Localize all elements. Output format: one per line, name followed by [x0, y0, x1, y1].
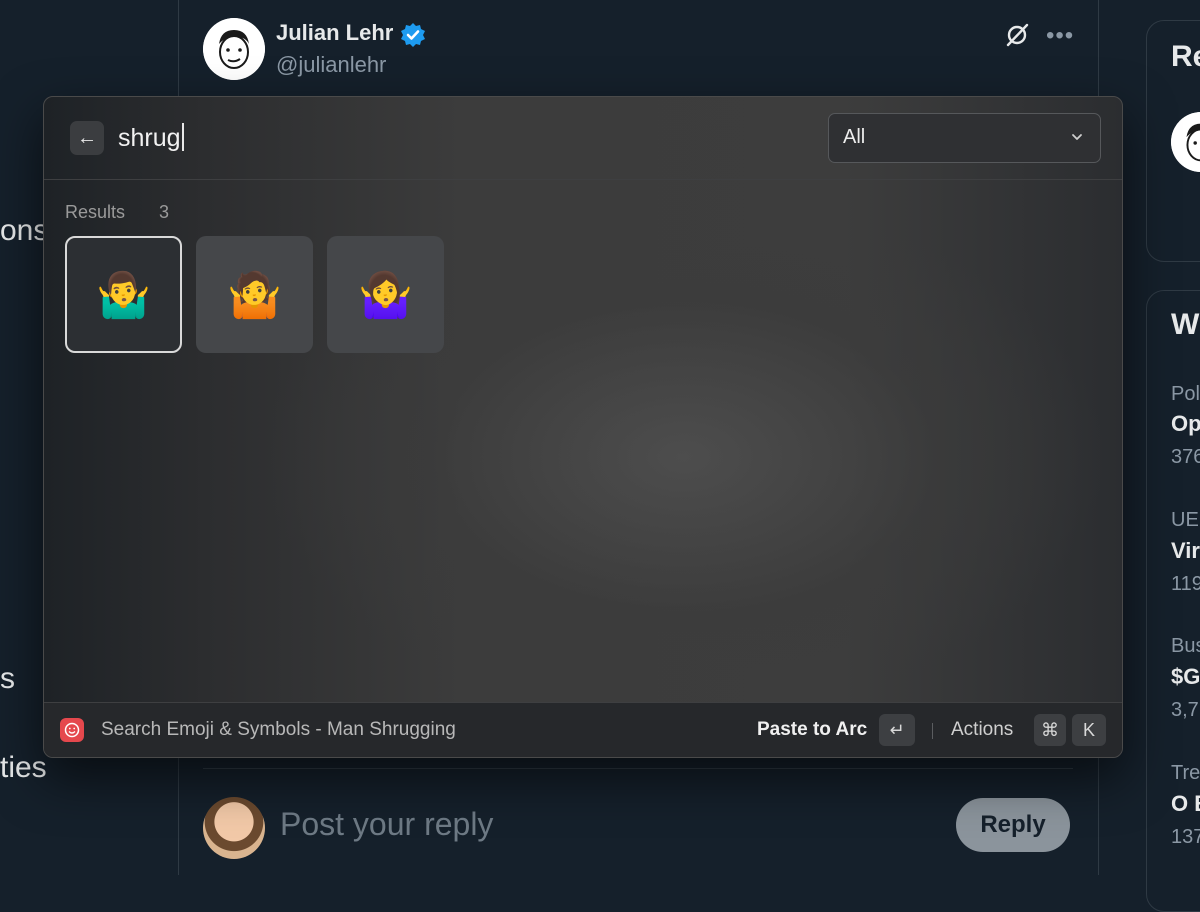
enter-key-icon: ↵ — [879, 714, 915, 746]
reply-divider — [203, 768, 1073, 769]
author-name[interactable]: Julian Lehr — [276, 20, 393, 46]
user-avatar[interactable] — [203, 797, 265, 859]
category-filter-dropdown[interactable]: All — [828, 113, 1101, 163]
trend-count: 137 — [1171, 826, 1200, 848]
emoji-man-shrugging[interactable]: 🤷‍♂️ — [65, 236, 182, 353]
trend-title[interactable]: Vir — [1171, 538, 1200, 564]
actions-button[interactable]: Actions — [951, 719, 1013, 741]
author-avatar[interactable] — [203, 18, 265, 80]
filter-selected-value: All — [843, 126, 866, 148]
action-separator — [932, 723, 933, 739]
trend-count: 119 — [1171, 573, 1200, 595]
reply-input[interactable]: Post your reply — [280, 806, 493, 843]
trend-category: Bus — [1171, 635, 1200, 657]
trend-title[interactable]: Op — [1171, 411, 1200, 437]
search-bar: ← shrug All — [44, 97, 1122, 180]
results-label: Results — [65, 202, 126, 222]
emoji-extension-icon — [60, 718, 84, 742]
emoji-woman-shrugging[interactable]: 🤷‍♀️ — [327, 236, 444, 353]
trend-count: 3,7! — [1171, 699, 1200, 721]
back-arrow-icon[interactable]: ← — [70, 121, 104, 155]
author-handle[interactable]: @julianlehr — [276, 52, 386, 78]
relevant-people-title: Re — [1171, 40, 1200, 73]
search-query: shrug — [118, 124, 181, 152]
whats-happening-title: W — [1171, 308, 1200, 341]
chevron-down-icon — [1072, 134, 1082, 140]
trend-category: UE — [1171, 509, 1199, 531]
trend-title[interactable]: O E — [1171, 791, 1200, 817]
search-input[interactable]: shrug — [118, 123, 184, 153]
nav-item-notifications[interactable]: ons — [0, 214, 48, 248]
trend-category: Tre — [1171, 762, 1200, 784]
nav-item-lists[interactable]: s — [0, 662, 15, 696]
trend-category: Pol — [1171, 383, 1200, 405]
emoji-person-shrugging[interactable]: 🤷 — [196, 236, 313, 353]
command-title: Search Emoji & Symbols - Man Shrugging — [101, 719, 456, 740]
reply-button[interactable]: Reply — [956, 798, 1070, 852]
text-caret — [181, 123, 184, 151]
trend-count: 376 — [1171, 446, 1200, 468]
trend-title[interactable]: $G — [1171, 664, 1200, 690]
nav-item-communities[interactable]: ties — [0, 751, 47, 785]
verified-badge-icon — [400, 22, 426, 48]
k-key-icon: K — [1072, 714, 1106, 746]
paste-to-arc-button[interactable]: Paste to Arc — [757, 719, 867, 741]
command-key-icon: ⌘ — [1034, 714, 1066, 746]
action-bar: Search Emoji & Symbols - Man Shrugging P… — [44, 702, 1122, 757]
grok-icon[interactable] — [1004, 22, 1030, 48]
results-count: 3 — [159, 202, 170, 222]
emoji-search-panel: ← shrug All Results 3 🤷‍♂️ 🤷 🤷‍♀️ Search… — [43, 96, 1123, 758]
more-options-icon[interactable]: ••• — [1046, 22, 1074, 50]
